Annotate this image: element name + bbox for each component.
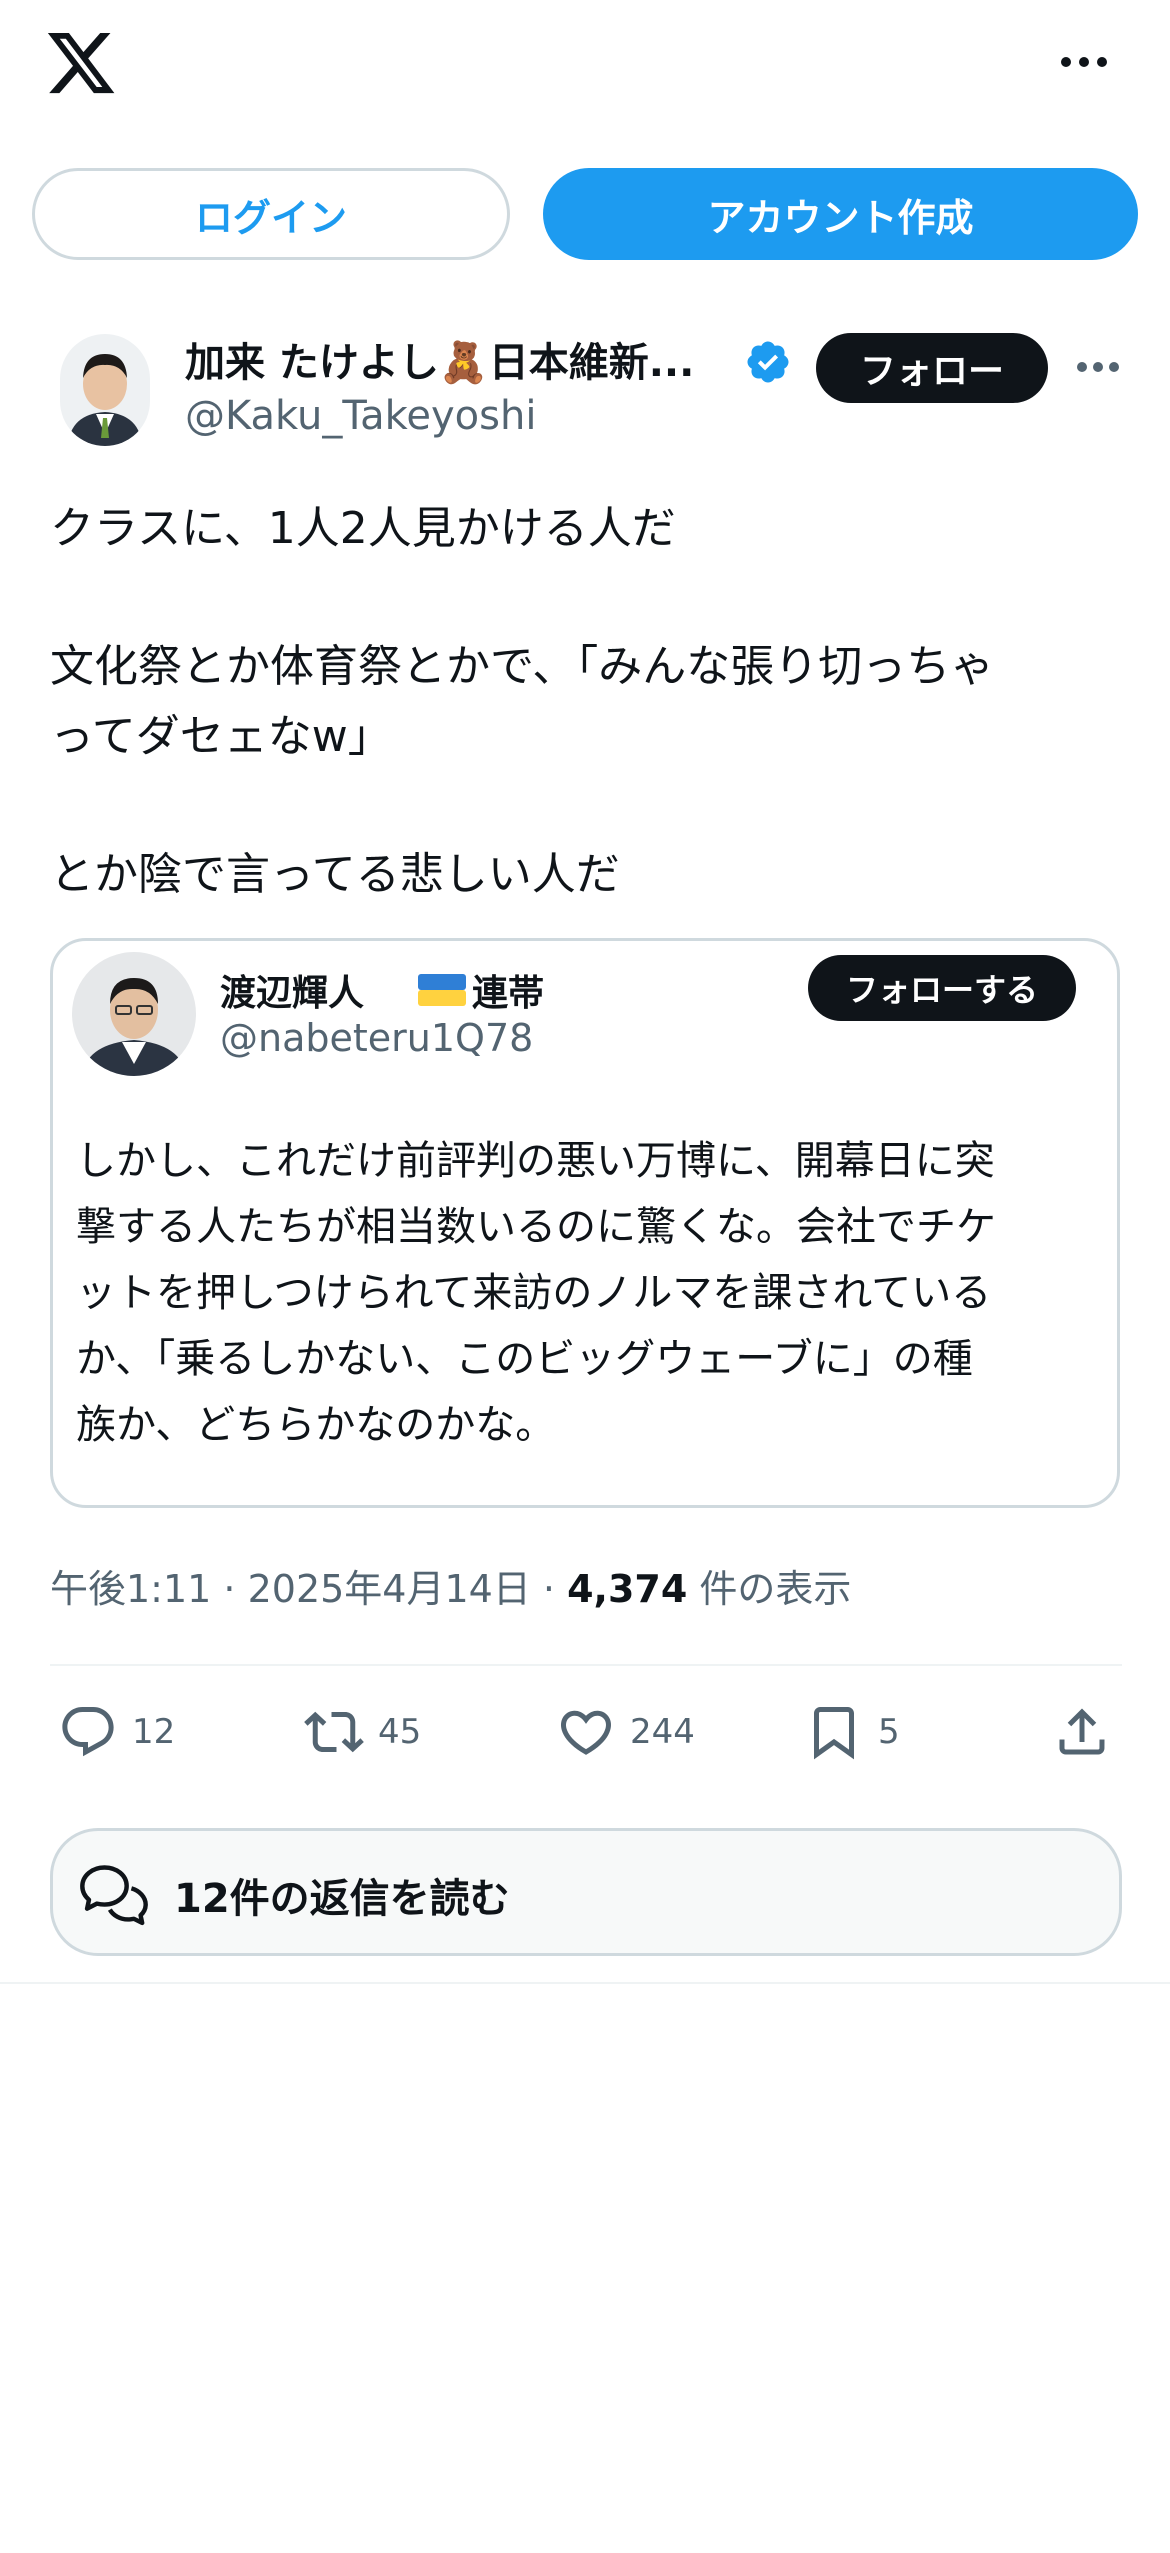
quote-text-line: ットを押しつけられて来訪のノルマを課されている [76, 1270, 992, 1316]
bookmark-count: 5 [878, 1712, 900, 1752]
quote-text-line: 族か、どちらかなのかな。 [76, 1402, 556, 1448]
tweet-meta: 午後1:11 · 2025年4月14日 · 4,374 件の表示 [50, 1558, 851, 1613]
quote-author-badge-text: 連帯 [472, 973, 545, 1014]
bookmark-icon [814, 1707, 854, 1760]
author-handle[interactable]: @Kaku_Takeyoshi [185, 393, 536, 439]
tweet-date[interactable]: 2025年4月14日 [248, 1567, 531, 1611]
x-logo-icon[interactable] [44, 26, 118, 100]
login-button[interactable]: ログイン [32, 168, 510, 260]
chat-bubbles-icon [80, 1865, 148, 1926]
meta-separator: · [530, 1567, 568, 1611]
quote-text-line: 撃する人たちが相当数いるのに驚くな。会社でチケ [76, 1204, 996, 1250]
views-count: 4,374 [567, 1567, 688, 1611]
tweet-more-icon[interactable] [1076, 360, 1120, 374]
signup-button[interactable]: アカウント作成 [543, 168, 1138, 260]
share-icon [1059, 1708, 1105, 1755]
reply-button[interactable]: 12 [58, 1700, 175, 1764]
tweet-text-line: ってダセェなw」 [50, 711, 392, 762]
author-name[interactable]: 加来 たけよし🧸日本維新... [185, 330, 694, 388]
read-replies-label[interactable]: 12件の返信を読む [174, 1866, 510, 1924]
author-avatar[interactable] [60, 334, 150, 446]
reply-icon [62, 1707, 114, 1757]
quote-text-line: か、「乗るしかない、このビッグウェーブに」の種 [76, 1336, 973, 1382]
meta-separator: · [211, 1567, 248, 1611]
like-button[interactable]: 244 [556, 1700, 695, 1764]
like-count: 244 [630, 1712, 695, 1752]
bookmark-button[interactable]: 5 [804, 1700, 900, 1764]
views-label: 件の表示 [687, 1567, 852, 1611]
ukraine-flag-icon [418, 974, 466, 1006]
quote-author-avatar[interactable] [72, 952, 196, 1076]
quote-text-line: しかし、これだけ前評判の悪い万博に、開幕日に突 [76, 1138, 995, 1184]
divider [0, 1982, 1170, 1984]
heart-icon [560, 1710, 612, 1755]
verified-badge-icon [747, 341, 789, 383]
tweet-text-line: クラスに、1人2人見かける人だ [50, 503, 676, 554]
quote-follow-button[interactable]: フォローする [808, 955, 1076, 1021]
tweet-time[interactable]: 午後1:11 [50, 1567, 211, 1611]
quote-author-handle[interactable]: @nabeteru1Q78 [220, 1016, 533, 1060]
retweet-icon [304, 1711, 364, 1753]
share-button[interactable] [1052, 1700, 1112, 1764]
retweet-button[interactable]: 45 [304, 1700, 421, 1764]
divider [50, 1664, 1122, 1666]
tweet-text-line: 文化祭とか体育祭とかで、「みんな張り切っちゃ [50, 641, 995, 692]
more-options-icon[interactable] [1058, 44, 1110, 80]
quote-author-name[interactable]: 渡辺輝人 [220, 964, 364, 1016]
retweet-count: 45 [378, 1712, 422, 1752]
tweet-text-line: とか陰で言ってる悲しい人だ [50, 849, 620, 900]
follow-button[interactable]: フォロー [816, 333, 1048, 403]
reply-count: 12 [132, 1712, 176, 1752]
